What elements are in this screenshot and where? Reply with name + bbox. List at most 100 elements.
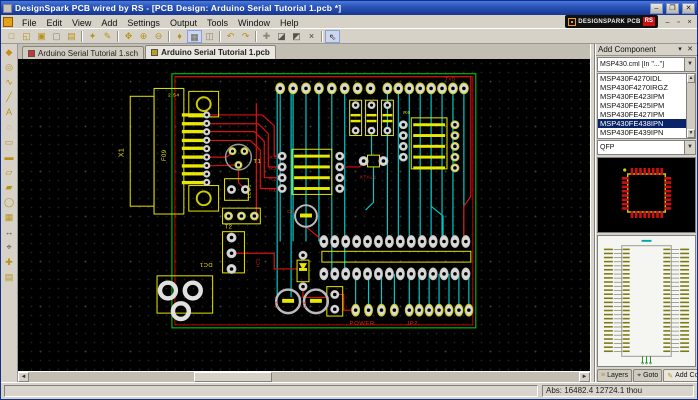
status-coordinates: Abs: 16482.4 12724.1 thou [542,385,694,397]
panel-close-button[interactable]: ✕ [685,45,695,55]
package-combo[interactable]: QFP ▼ [597,140,696,155]
polygon-tool-button[interactable]: ▱ [2,165,17,180]
horizontal-scrollbar[interactable]: ◄ ► [18,371,590,382]
undo-button[interactable]: ↶ [223,30,238,43]
component-list-item[interactable]: MSP430FE438IPN [598,119,686,128]
group-tool-button[interactable]: ▤ [2,270,17,285]
open-design-button[interactable]: ◱ [19,30,34,43]
pcb-label-jp2: JP2 [406,321,418,327]
paste-block-button[interactable]: ◩ [289,30,304,43]
copy-block-button[interactable]: ◪ [274,30,289,43]
menu-tools[interactable]: Tools [202,18,233,28]
scroll-up-arrow[interactable]: ▲ [687,74,695,83]
text-tool-button[interactable]: A [2,105,17,120]
scroll-thumb[interactable] [194,372,272,382]
scroll-down-arrow[interactable]: ▼ [687,129,695,138]
menu-add[interactable]: Add [96,18,122,28]
arc-tool-button[interactable]: ◌ [2,120,17,135]
component-tool-button[interactable]: ◆ [2,45,17,60]
restore-button[interactable]: ❐ [666,3,679,14]
pcb-label-r6: R6 [403,110,410,116]
select-mode-button[interactable]: ⇖ [325,30,340,43]
menu-file[interactable]: File [17,18,42,28]
view-all-button[interactable]: ✥ [121,30,136,43]
pcb-label-x1: X1 [118,148,125,157]
pcb-label-t1: T1 [253,159,261,165]
redo-button[interactable]: ↷ [238,30,253,43]
testpoint-tool-button[interactable]: ✚ [2,255,17,270]
panel-tab-layers[interactable]: ≡Layers [597,369,632,382]
document-system-icon[interactable] [3,17,13,27]
schematic-preview [597,235,696,367]
zoom-in-button[interactable]: ⊕ [136,30,151,43]
track-tool-button[interactable]: ∿ [2,75,17,90]
scroll-right-arrow[interactable]: ► [579,372,590,382]
pcb-label-c6: C6 [302,301,308,308]
save-design-button[interactable]: ▣ [34,30,49,43]
component-list-item[interactable]: MSP430FE425IPM [598,101,686,110]
pcb-label-f09: F09 [162,149,168,161]
menu-output[interactable]: Output [165,18,202,28]
library-combo[interactable]: MSP430.cml [In "..."] ▼ [597,57,696,72]
pcb-label-power: POWER [350,321,375,327]
document-tab-sch[interactable]: Arduino Serial Tutorial 1.sch [22,46,144,59]
circle-tool-button[interactable]: ◯ [2,195,17,210]
menu-help[interactable]: Help [275,18,304,28]
document-icon [151,49,158,56]
design-check-button[interactable]: ♦ [172,30,187,43]
edit-values-button[interactable]: ✎ [100,30,115,43]
document-tab-pcb[interactable]: Arduino Serial Tutorial 1.pcb [145,45,276,59]
close-design-button[interactable]: ▢ [49,30,64,43]
menu-view[interactable]: View [67,18,96,28]
component-list-scrollbar[interactable]: ▲ ▼ [686,74,695,138]
scroll-track[interactable] [29,372,579,382]
pcb-canvas[interactable]: X1F092.54T1LED1T2DC1IC2C8R4R3R2R1XTAL1R6… [18,59,590,371]
delete-item-button[interactable]: × [304,30,319,43]
child-minimize-button[interactable]: – [662,17,673,27]
pcb-label-dc1: DC1 [199,261,212,267]
close-button[interactable]: ✕ [682,3,695,14]
designspark-logo: DESIGNSPARK PCB RS [565,15,658,28]
component-bin-button[interactable]: ✦ [85,30,100,43]
tab-label: Arduino Serial Tutorial 1.sch [38,49,138,58]
component-list-item[interactable]: MSP430FE423IPM [598,92,686,101]
child-close-button[interactable]: × [684,17,695,27]
goto-sheet-button[interactable]: ◫ [202,30,217,43]
component-list-item[interactable]: MSP430F4270IRGZ [598,83,686,92]
toolbar-separator [117,31,119,42]
document-icon [28,50,35,57]
dimension-tool-button[interactable]: ↔ [2,225,17,240]
rs-badge: RS [643,17,655,26]
pad-tool-button[interactable]: ◎ [2,60,17,75]
new-design-button[interactable]: □ [4,30,19,43]
fix-item-button[interactable]: ✚ [259,30,274,43]
panel-tab-addcom[interactable]: ✎Add Com... [663,369,698,382]
filled-polygon-tool-button[interactable]: ▰ [2,180,17,195]
line-tool-button[interactable]: ╱ [2,90,17,105]
panel-tab-bar: ≡Layers⌖Goto✎Add Com... [596,368,697,382]
menu-settings[interactable]: Settings [122,18,165,28]
library-combo-dropdown-icon[interactable]: ▼ [684,58,695,71]
minimize-button[interactable]: – [650,3,663,14]
grid-toggle-button[interactable]: ▦ [187,30,202,43]
component-list-item[interactable]: MSP430FE427IPM [598,110,686,119]
library-manager-button[interactable]: ▤ [64,30,79,43]
document-tab-bar: Arduino Serial Tutorial 1.sch Arduino Ser… [18,44,590,59]
panel-menu-button[interactable]: ▾ [675,45,685,55]
child-restore-button[interactable]: ▫ [673,17,684,27]
status-message-field [4,385,538,397]
origin-tool-button[interactable]: ⌖ [2,240,17,255]
rectangle-tool-button[interactable]: ▭ [2,135,17,150]
component-list-item[interactable]: MSP430F4270IDL [598,74,686,83]
component-list-item[interactable]: MSP430FE439IPN [598,128,686,137]
zoom-out-button[interactable]: ⊖ [151,30,166,43]
filled-rectangle-tool-button[interactable]: ▬ [2,150,17,165]
pcb-drawing: X1F092.54T1LED1T2DC1IC2C8R4R3R2R1XTAL1R6… [18,59,590,371]
menu-window[interactable]: Window [233,18,275,28]
scroll-left-arrow[interactable]: ◄ [18,372,29,382]
goto-icon: ⌖ [637,372,641,380]
package-combo-dropdown-icon[interactable]: ▼ [684,141,695,154]
copper-pour-tool-button[interactable]: ▦ [2,210,17,225]
menu-edit[interactable]: Edit [42,18,68,28]
panel-tab-goto[interactable]: ⌖Goto [633,369,662,382]
